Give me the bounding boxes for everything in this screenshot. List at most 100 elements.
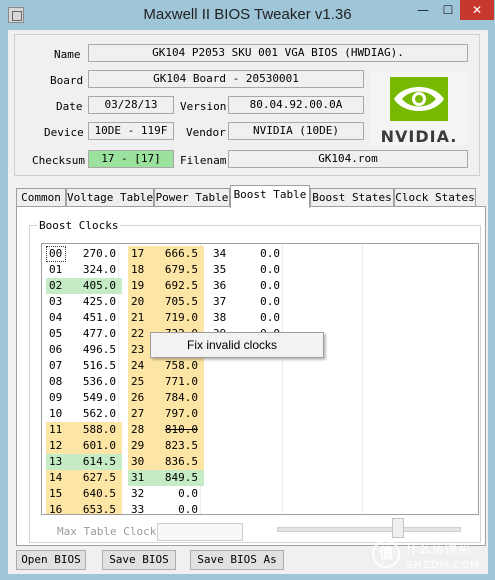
max-clock-slider-track[interactable] bbox=[277, 527, 461, 532]
boost-row[interactable]: 12 601.0 bbox=[46, 438, 122, 454]
boost-row-clock[interactable]: 324.0 bbox=[66, 262, 122, 278]
boost-row[interactable]: 10 562.0 bbox=[46, 406, 122, 422]
boost-row-clock[interactable]: 601.0 bbox=[66, 438, 122, 454]
boost-row-clock[interactable]: 705.5 bbox=[148, 294, 204, 310]
boost-row[interactable]: 37 0.0 bbox=[210, 294, 286, 310]
boost-row[interactable]: 01 324.0 bbox=[46, 262, 122, 278]
version-field[interactable]: 80.04.92.00.0A bbox=[228, 96, 364, 114]
boost-row[interactable]: 08 536.0 bbox=[46, 374, 122, 390]
boost-row[interactable]: 03 425.0 bbox=[46, 294, 122, 310]
boost-row[interactable]: 16 653.5 bbox=[46, 502, 122, 514]
boost-row[interactable]: 29 823.5 bbox=[128, 438, 204, 454]
boost-row[interactable]: 28 810.0 bbox=[128, 422, 204, 438]
minimize-button[interactable]: — bbox=[410, 0, 436, 20]
boost-row[interactable]: 05 477.0 bbox=[46, 326, 122, 342]
tab-clock-states[interactable]: Clock States bbox=[394, 188, 476, 208]
boost-row[interactable]: 31 849.5 bbox=[128, 470, 204, 486]
boost-row[interactable]: 17 666.5 bbox=[128, 246, 204, 262]
boost-row[interactable]: 38 0.0 bbox=[210, 310, 286, 326]
boost-row-clock[interactable]: 666.5 bbox=[148, 246, 204, 262]
boost-row-clock[interactable]: 758.0 bbox=[148, 358, 204, 374]
boost-row-clock[interactable]: 823.5 bbox=[148, 438, 204, 454]
boost-row-clock[interactable]: 0.0 bbox=[230, 262, 286, 278]
boost-row-clock[interactable]: 536.0 bbox=[66, 374, 122, 390]
boost-row[interactable]: 09 549.0 bbox=[46, 390, 122, 406]
boost-row[interactable]: 24 758.0 bbox=[128, 358, 204, 374]
boost-row-clock[interactable]: 627.5 bbox=[66, 470, 122, 486]
boost-row[interactable]: 19 692.5 bbox=[128, 278, 204, 294]
open-bios-button[interactable]: Open BIOS bbox=[16, 550, 86, 570]
boost-row-clock[interactable]: 771.0 bbox=[148, 374, 204, 390]
boost-row[interactable]: 14 627.5 bbox=[46, 470, 122, 486]
boost-row[interactable]: 21 719.0 bbox=[128, 310, 204, 326]
boost-row[interactable]: 11 588.0 bbox=[46, 422, 122, 438]
boost-row-clock[interactable]: 810.0 bbox=[148, 422, 204, 438]
tab-voltage-table[interactable]: Voltage Table bbox=[66, 188, 154, 208]
boost-row[interactable]: 36 0.0 bbox=[210, 278, 286, 294]
boost-row-clock[interactable]: 836.5 bbox=[148, 454, 204, 470]
title-bar[interactable]: Maxwell II BIOS Tweaker v1.36 — ☐ ✕ bbox=[0, 0, 495, 30]
boost-row[interactable]: 20 705.5 bbox=[128, 294, 204, 310]
boost-row-clock[interactable]: 679.5 bbox=[148, 262, 204, 278]
boost-row[interactable]: 15 640.5 bbox=[46, 486, 122, 502]
boost-row-clock[interactable]: 0.0 bbox=[230, 294, 286, 310]
boost-row[interactable]: 30 836.5 bbox=[128, 454, 204, 470]
boost-row[interactable]: 00 270.0 bbox=[46, 246, 122, 262]
tab-boost-table[interactable]: Boost Table bbox=[230, 185, 310, 208]
boost-clocks-grid[interactable]: 00 270.0 01 324.0 02 405.0 03 425.0 04 451.0 05 477… bbox=[41, 243, 479, 515]
boost-row-clock[interactable]: 0.0 bbox=[230, 310, 286, 326]
boost-row-clock[interactable]: 451.0 bbox=[66, 310, 122, 326]
boost-row-clock[interactable]: 562.0 bbox=[66, 406, 122, 422]
boost-row-clock[interactable]: 0.0 bbox=[148, 502, 204, 514]
boost-row-clock[interactable]: 0.0 bbox=[148, 486, 204, 502]
boost-row[interactable]: 32 0.0 bbox=[128, 486, 204, 502]
boost-row-clock[interactable]: 270.0 bbox=[66, 246, 122, 262]
boost-row-clock[interactable]: 496.5 bbox=[66, 342, 122, 358]
maximize-button[interactable]: ☐ bbox=[436, 0, 460, 20]
boost-row[interactable]: 33 0.0 bbox=[128, 502, 204, 514]
boost-row-clock[interactable]: 797.0 bbox=[148, 406, 204, 422]
tab-common[interactable]: Common bbox=[16, 188, 66, 208]
boost-row[interactable]: 34 0.0 bbox=[210, 246, 286, 262]
boost-row-clock[interactable]: 477.0 bbox=[66, 326, 122, 342]
tab-boost-states[interactable]: Boost States bbox=[310, 188, 394, 208]
boost-row[interactable]: 02 405.0 bbox=[46, 278, 122, 294]
boost-row-clock[interactable]: 784.0 bbox=[148, 390, 204, 406]
boost-row-clock[interactable]: 0.0 bbox=[230, 246, 286, 262]
boost-row[interactable]: 27 797.0 bbox=[128, 406, 204, 422]
boost-row-clock[interactable]: 405.0 bbox=[66, 278, 122, 294]
boost-row[interactable]: 35 0.0 bbox=[210, 262, 286, 278]
boost-row-clock[interactable]: 588.0 bbox=[66, 422, 122, 438]
boost-row[interactable]: 07 516.5 bbox=[46, 358, 122, 374]
max-table-clock-field[interactable] bbox=[157, 523, 243, 541]
boost-row-clock[interactable]: 425.0 bbox=[66, 294, 122, 310]
boost-row-clock[interactable]: 719.0 bbox=[148, 310, 204, 326]
device-field[interactable]: 10DE - 119F bbox=[88, 122, 174, 140]
boost-row[interactable]: 13 614.5 bbox=[46, 454, 122, 470]
boost-row[interactable]: 25 771.0 bbox=[128, 374, 204, 390]
max-clock-slider-thumb[interactable] bbox=[392, 518, 404, 538]
checksum-field[interactable]: 17 - [17] bbox=[88, 150, 174, 168]
boost-row-clock[interactable]: 0.0 bbox=[230, 278, 286, 294]
boost-row-clock[interactable]: 614.5 bbox=[66, 454, 122, 470]
filename-field[interactable]: GK104.rom bbox=[228, 150, 468, 168]
boost-row-clock[interactable]: 653.5 bbox=[66, 502, 122, 514]
boost-row[interactable]: 04 451.0 bbox=[46, 310, 122, 326]
close-button[interactable]: ✕ bbox=[460, 0, 494, 20]
save-bios-button[interactable]: Save BIOS bbox=[102, 550, 176, 570]
save-bios-as-button[interactable]: Save BIOS As bbox=[190, 550, 284, 570]
name-field[interactable]: GK104 P2053 SKU 001 VGA BIOS (HWDIAG). bbox=[88, 44, 468, 62]
boost-row-clock[interactable]: 516.5 bbox=[66, 358, 122, 374]
boost-row[interactable]: 26 784.0 bbox=[128, 390, 204, 406]
vendor-field[interactable]: NVIDIA (10DE) bbox=[228, 122, 364, 140]
boost-row-clock[interactable]: 692.5 bbox=[148, 278, 204, 294]
boost-row-clock[interactable]: 549.0 bbox=[66, 390, 122, 406]
boost-row[interactable]: 06 496.5 bbox=[46, 342, 122, 358]
date-field[interactable]: 03/28/13 bbox=[88, 96, 174, 114]
boost-row-clock[interactable]: 849.5 bbox=[148, 470, 204, 486]
boost-row[interactable]: 18 679.5 bbox=[128, 262, 204, 278]
board-field[interactable]: GK104 Board - 20530001 bbox=[88, 70, 364, 88]
boost-row-clock[interactable]: 640.5 bbox=[66, 486, 122, 502]
context-menu-fix-invalid-clocks[interactable]: Fix invalid clocks bbox=[150, 332, 324, 358]
tab-power-table[interactable]: Power Table bbox=[154, 188, 230, 208]
